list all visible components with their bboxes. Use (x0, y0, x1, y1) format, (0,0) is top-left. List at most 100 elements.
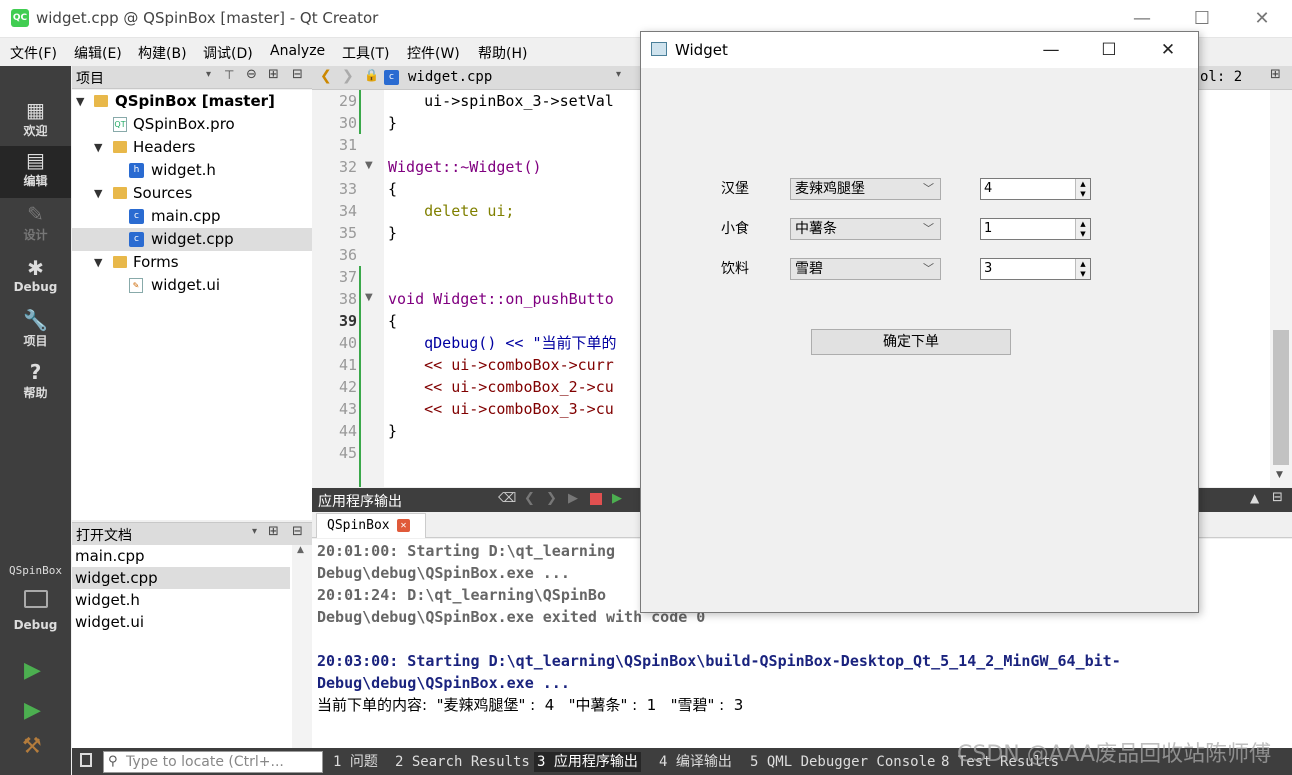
spin-up-icon[interactable]: ▲ (1075, 259, 1090, 269)
tree-item-main-cpp[interactable]: c main.cpp (72, 205, 312, 228)
tree-item-project[interactable]: ▼ QSpinBox [master] (72, 90, 312, 113)
spin-burger[interactable]: 4 ▲ ▼ (980, 178, 1091, 200)
chevron-down-icon[interactable]: ▾ (206, 69, 211, 80)
menu-tools[interactable]: 工具(T) (342, 43, 389, 63)
split-icon[interactable]: ⊞ (268, 524, 279, 539)
menu-debug[interactable]: 调试(D) (203, 43, 253, 63)
output-tab-qspinbox[interactable]: QSpinBox ✕ (316, 513, 426, 538)
confirm-order-button[interactable]: 确定下单 (811, 329, 1011, 355)
chevron-down-icon[interactable]: ▼ (76, 90, 84, 113)
tree-item-label: widget.cpp (151, 230, 234, 248)
spin-drink[interactable]: 3 ▲ ▼ (980, 258, 1091, 280)
tree-item-widget-cpp[interactable]: c widget.cpp (72, 228, 312, 251)
doc-item[interactable]: main.cpp (72, 545, 290, 567)
tree-item-widget-ui[interactable]: ✎ widget.ui (72, 274, 312, 297)
filter-icon[interactable]: ⊤ (224, 68, 234, 82)
status-tab-app-output[interactable]: 3 应用程序输出 (534, 752, 641, 772)
mode-welcome[interactable]: ▦ 欢迎 (0, 96, 71, 148)
line-number: 33 (338, 180, 357, 198)
spin-drink-value: 3 (984, 261, 993, 276)
prev-icon[interactable]: ❮ (524, 491, 535, 506)
code-line: void Widget::on_pushButto (388, 290, 614, 308)
mode-help[interactable]: ? 帮助 (0, 358, 71, 410)
debug-bug-icon: ✱ (27, 256, 44, 280)
link-icon[interactable]: ⊖ (246, 67, 257, 82)
close-pane-icon[interactable]: ⊟ (292, 524, 303, 539)
menu-edit[interactable]: 编辑(E) (74, 43, 122, 63)
scroll-up-icon[interactable]: ▲ (297, 545, 304, 555)
split-icon[interactable]: ⊞ (1270, 67, 1281, 82)
doc-item[interactable]: widget.ui (72, 611, 290, 633)
doc-item[interactable]: widget.cpp (72, 567, 290, 589)
chevron-down-icon[interactable]: ▾ (616, 69, 621, 80)
menu-analyze[interactable]: Analyze (270, 43, 325, 59)
open-docs-scrollbar[interactable]: ▲ (292, 545, 312, 748)
mode-projects[interactable]: 🔧 项目 (0, 306, 71, 358)
fold-arrow-icon[interactable]: ▼ (365, 292, 373, 303)
combo-burger-value: 麦辣鸡腿堡 (795, 181, 865, 197)
build-hammer-icon[interactable]: ⚒ (22, 734, 42, 759)
status-tab-search-results[interactable]: 2 Search Results (392, 752, 533, 772)
mode-edit[interactable]: ▤ 编辑 (0, 146, 71, 198)
next-icon[interactable]: ❯ (546, 491, 557, 506)
tree-item-forms[interactable]: ▼ Forms (72, 251, 312, 274)
dialog-close-button[interactable]: ✕ (1148, 36, 1188, 64)
spin-up-icon[interactable]: ▲ (1075, 219, 1090, 229)
rerun-icon[interactable]: ▶ (568, 491, 578, 506)
spin-up-icon[interactable]: ▲ (1075, 179, 1090, 189)
back-arrow-icon[interactable]: ❮ (320, 68, 332, 84)
menu-file[interactable]: 文件(F) (10, 43, 57, 63)
close-pane-icon[interactable]: ⊟ (292, 67, 303, 82)
output-line: 20:03:00: Starting D:\qt_learning\QSpinB… (317, 652, 1121, 670)
toggle-sidebar-icon[interactable] (80, 753, 92, 767)
minimize-button[interactable]: — (1127, 5, 1157, 33)
split-icon[interactable]: ⊞ (268, 67, 279, 82)
run-icon[interactable]: ▶ (24, 658, 41, 683)
tree-item-headers[interactable]: ▼ Headers (72, 136, 312, 159)
mode-debug[interactable]: ✱ Debug (0, 254, 71, 306)
status-tab-compile-output[interactable]: 4 编译输出 (656, 752, 735, 772)
mode-design[interactable]: ✎ 设计 (0, 200, 71, 252)
tree-item-sources[interactable]: ▼ Sources (72, 182, 312, 205)
debug-run-icon[interactable]: ▶ (24, 698, 41, 723)
combo-drink[interactable]: 雪碧 ﹀ (790, 258, 941, 280)
dialog-maximize-button[interactable]: ☐ (1089, 36, 1129, 64)
menu-help[interactable]: 帮助(H) (478, 43, 527, 63)
stop-icon[interactable] (590, 493, 602, 505)
chevron-down-icon[interactable]: ▾ (252, 526, 257, 537)
attach-debugger-icon[interactable]: ▶ (612, 491, 622, 506)
spin-down-icon[interactable]: ▼ (1075, 189, 1090, 199)
close-button[interactable]: ✕ (1247, 5, 1277, 33)
menu-widgets[interactable]: 控件(W) (407, 43, 460, 63)
doc-item[interactable]: widget.h (72, 589, 290, 611)
dialog-minimize-button[interactable]: — (1031, 36, 1071, 64)
scroll-down-icon[interactable]: ▼ (1276, 470, 1283, 480)
combo-drink-value: 雪碧 (795, 261, 823, 277)
status-tab-qml-debugger[interactable]: 5 QML Debugger Console (747, 752, 938, 772)
close-tab-icon[interactable]: ✕ (397, 519, 410, 532)
editor-tab-filename[interactable]: widget.cpp (408, 69, 492, 85)
maximize-button[interactable]: ☐ (1187, 5, 1217, 33)
forward-arrow-icon[interactable]: ❯ (342, 68, 354, 84)
spin-snack[interactable]: 1 ▲ ▼ (980, 218, 1091, 240)
spin-down-icon[interactable]: ▼ (1075, 269, 1090, 279)
chevron-down-icon[interactable]: ▼ (94, 136, 102, 159)
editor-scrollbar-thumb[interactable] (1273, 330, 1289, 465)
tree-item-pro[interactable]: QT QSpinBox.pro (72, 113, 312, 136)
folder-icon (113, 187, 127, 199)
chevron-down-icon[interactable]: ▼ (94, 251, 102, 274)
spin-down-icon[interactable]: ▼ (1075, 229, 1090, 239)
kit-selector[interactable]: Debug (0, 582, 71, 634)
clean-icon[interactable]: ⌫ (498, 491, 516, 506)
menu-build[interactable]: 构建(B) (138, 43, 187, 63)
combo-burger[interactable]: 麦辣鸡腿堡 ﹀ (790, 178, 941, 200)
close-pane-icon[interactable]: ⊟ (1272, 490, 1283, 505)
chevron-down-icon[interactable]: ▼ (94, 182, 102, 205)
combo-snack[interactable]: 中薯条 ﹀ (790, 218, 941, 240)
fold-arrow-icon[interactable]: ▼ (365, 160, 373, 171)
status-tab-issues[interactable]: 1 问题 (330, 752, 381, 772)
maximize-pane-icon[interactable]: ▲ (1250, 491, 1259, 505)
line-number: 38 (338, 290, 357, 308)
tree-item-widget-h[interactable]: h widget.h (72, 159, 312, 182)
locator-input[interactable]: ⚲ Type to locate (Ctrl+... (103, 751, 323, 773)
